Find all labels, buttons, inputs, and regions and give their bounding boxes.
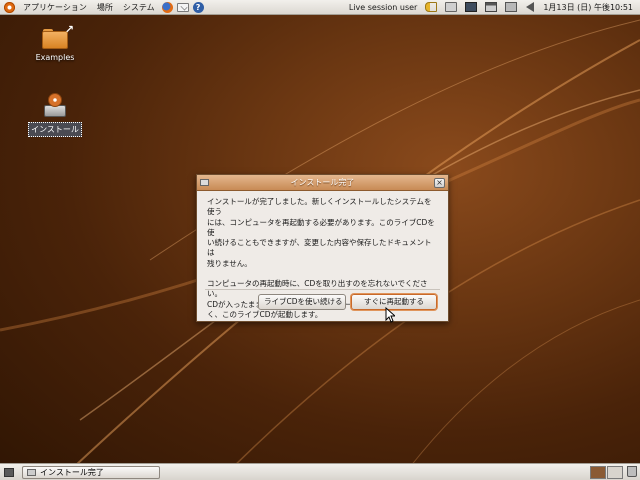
system-tray: Live session user 1月13日 (日) 午後10:51	[345, 0, 640, 15]
main-menu-bar: アプリケーション 場所 システム ?	[0, 0, 206, 15]
clock[interactable]: 1月13日 (日) 午後10:51	[539, 2, 637, 13]
workspace-2[interactable]	[607, 465, 623, 479]
firefox-icon[interactable]	[161, 1, 173, 13]
close-button[interactable]: ×	[434, 177, 445, 188]
key-icon[interactable]	[425, 2, 438, 12]
user-switcher[interactable]: Live session user	[345, 3, 421, 12]
volume-icon[interactable]	[526, 2, 535, 12]
workspace-1[interactable]	[590, 465, 606, 479]
window-menu-icon[interactable]	[200, 179, 209, 186]
taskbar-button-label: インストール完了	[40, 467, 104, 477]
desktop-screen: アプリケーション 場所 システム ? Live session user 1月1…	[0, 0, 640, 480]
desktop-icon-label: Examples	[35, 53, 75, 62]
dialog-separator	[205, 289, 440, 290]
show-desktop-icon[interactable]	[4, 467, 14, 477]
install-complete-dialog: インストール完了 × インストールが完了しました。新しくインストールしたシステム…	[196, 174, 449, 322]
continue-live-cd-button[interactable]: ライブCDを使い続ける	[258, 294, 346, 310]
dialog-button-row: ライブCDを使い続ける すぐに再起動する	[258, 294, 437, 310]
ubuntu-logo-icon[interactable]	[4, 1, 15, 13]
mail-icon[interactable]	[176, 2, 189, 12]
taskbar-button-install-complete[interactable]: インストール完了	[22, 465, 160, 479]
folder-link-icon: ↗	[42, 23, 74, 49]
printer-icon[interactable]	[445, 2, 458, 12]
trash-icon[interactable]	[627, 465, 637, 477]
dialog-message-restart: インストールが完了しました。新しくインストールしたシステムを使う には、コンピュ…	[207, 197, 435, 268]
network-icon[interactable]	[485, 2, 498, 12]
battery-icon[interactable]	[505, 2, 518, 12]
dialog-title: インストール完了	[290, 178, 355, 187]
desktop-icon-examples[interactable]: ↗ Examples	[25, 23, 85, 62]
workspace-switcher	[589, 465, 637, 479]
dialog-titlebar[interactable]: インストール完了 ×	[197, 175, 448, 191]
installer-icon	[41, 93, 69, 119]
bottom-panel: インストール完了	[0, 463, 640, 480]
display-icon[interactable]	[465, 2, 478, 12]
menu-system[interactable]: システム	[118, 0, 160, 15]
window-icon	[27, 468, 36, 476]
desktop-icon-install[interactable]: インストール	[25, 93, 85, 137]
mouse-cursor-icon	[385, 307, 395, 323]
desktop-icon-label: インストール	[28, 122, 82, 137]
help-icon[interactable]: ?	[192, 1, 204, 13]
top-panel: アプリケーション 場所 システム ? Live session user 1月1…	[0, 0, 640, 15]
menu-applications[interactable]: アプリケーション	[18, 0, 92, 15]
menu-places[interactable]: 場所	[92, 0, 118, 15]
